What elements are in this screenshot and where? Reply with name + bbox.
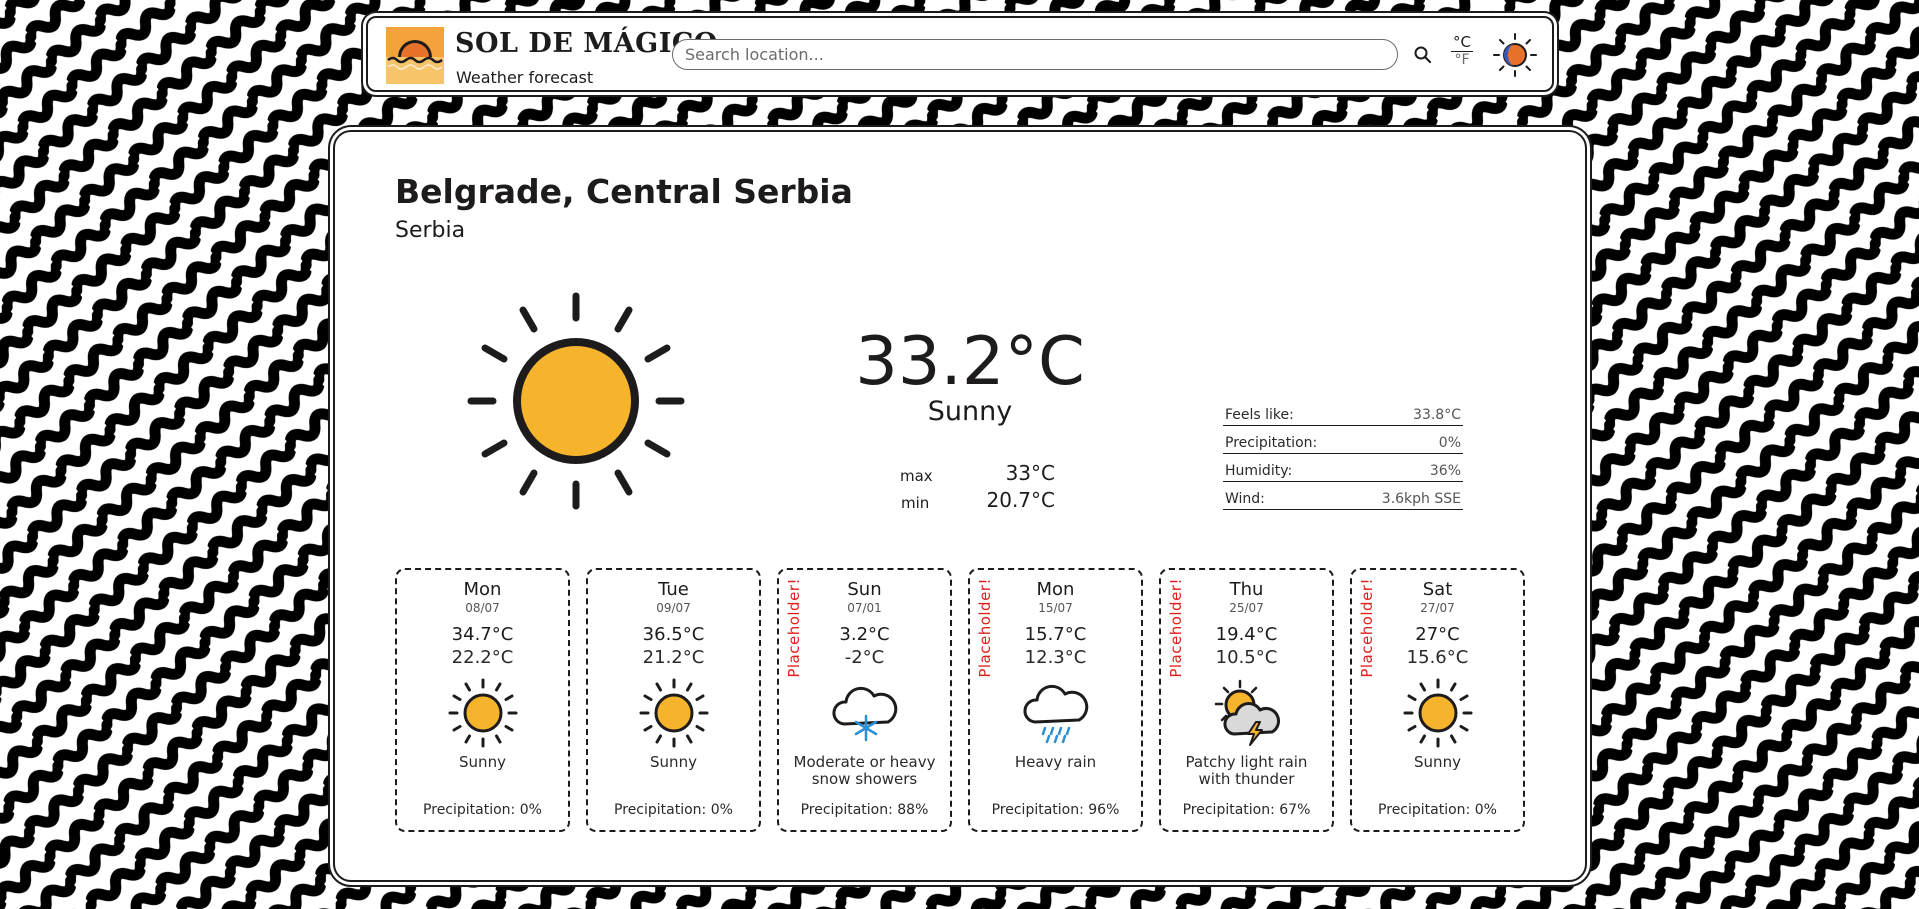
details-list: Feels like: 33.8°C Precipitation: 0% Hum… bbox=[1223, 398, 1463, 510]
logo-sunset-icon bbox=[386, 27, 444, 84]
forecast-condition: Heavy rain bbox=[1014, 753, 1097, 771]
fahrenheit-label: °F bbox=[1451, 51, 1473, 68]
forecast-precipitation: Precipitation: 96% bbox=[991, 802, 1120, 818]
forecast-max-temp: 27°C bbox=[1415, 624, 1460, 645]
detail-label: Precipitation: bbox=[1225, 435, 1318, 451]
current-condition: Sunny bbox=[927, 396, 1013, 427]
min-label: min bbox=[901, 494, 930, 512]
sun-icon bbox=[1403, 678, 1472, 748]
forecast-day-name: Mon bbox=[1036, 579, 1075, 600]
min-temperature: 20.7°C bbox=[986, 488, 1056, 512]
detail-label: Humidity: bbox=[1225, 463, 1293, 479]
forecast-day-name: Thu bbox=[1229, 579, 1264, 600]
forecast-day-card[interactable]: Placeholder! Sun 07/01 3.2°C -2°C Modera… bbox=[777, 568, 952, 832]
forecast-condition: Moderate or heavy snow showers bbox=[793, 753, 936, 788]
forecast-min-temp: -2°C bbox=[844, 647, 885, 668]
rain-cloud-icon bbox=[1022, 684, 1088, 744]
forecast-precipitation: Precipitation: 88% bbox=[800, 802, 929, 818]
detail-value: 36% bbox=[1429, 463, 1461, 479]
forecast-min-temp: 21.2°C bbox=[642, 647, 705, 668]
detail-label: Wind: bbox=[1225, 491, 1265, 507]
forecast-date: 15/07 bbox=[1038, 601, 1073, 615]
forecast-precipitation: Precipitation: 0% bbox=[614, 802, 733, 818]
search-input[interactable] bbox=[672, 39, 1398, 70]
forecast-max-temp: 19.4°C bbox=[1215, 624, 1278, 645]
forecast-date: 09/07 bbox=[656, 601, 691, 615]
forecast-day-card[interactable]: Mon 08/07 34.7°C 22.2°C Sunny Precipitat… bbox=[395, 568, 570, 832]
forecast-condition: Sunny bbox=[1414, 753, 1461, 771]
forecast-max-temp: 36.5°C bbox=[642, 624, 705, 645]
forecast-max-temp: 3.2°C bbox=[839, 624, 890, 645]
theme-toggle-icon[interactable] bbox=[1492, 32, 1538, 78]
detail-label: Feels like: bbox=[1225, 407, 1294, 423]
forecast-day-card[interactable]: Placeholder! Thu 25/07 19.4°C 10.5°C Pat… bbox=[1159, 568, 1334, 832]
forecast-condition: Sunny bbox=[650, 753, 697, 771]
forecast-condition: Sunny bbox=[459, 753, 506, 771]
max-temperature: 33°C bbox=[1005, 461, 1055, 485]
detail-precipitation: Precipitation: 0% bbox=[1223, 426, 1463, 454]
forecast-list: Mon 08/07 34.7°C 22.2°C Sunny Precipitat… bbox=[395, 568, 1525, 832]
location-country: Serbia bbox=[395, 218, 466, 243]
header-bar: SOL DE MÁGICO Weather forecast °C °F bbox=[366, 16, 1554, 92]
forecast-date: 25/07 bbox=[1229, 601, 1264, 615]
detail-feels-like: Feels like: 33.8°C bbox=[1223, 398, 1463, 426]
sun-icon bbox=[448, 678, 517, 748]
forecast-max-temp: 34.7°C bbox=[451, 624, 514, 645]
max-label: max bbox=[900, 467, 933, 485]
forecast-precipitation: Precipitation: 0% bbox=[423, 802, 542, 818]
snow-cloud-icon bbox=[831, 686, 897, 742]
forecast-day-name: Mon bbox=[463, 579, 502, 600]
location-city: Belgrade, Central Serbia bbox=[395, 172, 853, 211]
forecast-date: 07/01 bbox=[847, 601, 882, 615]
thunder-sun-cloud-icon bbox=[1214, 679, 1280, 746]
forecast-day-name: Tue bbox=[658, 579, 689, 600]
sun-icon bbox=[639, 678, 708, 748]
forecast-date: 08/07 bbox=[465, 601, 500, 615]
search-icon[interactable] bbox=[1411, 43, 1435, 67]
weather-card: Belgrade, Central Serbia Serbia 33.2°C S… bbox=[333, 130, 1587, 882]
detail-value: 3.6kph SSE bbox=[1381, 491, 1461, 507]
detail-wind: Wind: 3.6kph SSE bbox=[1223, 482, 1463, 510]
celsius-label: °C bbox=[1453, 33, 1471, 51]
brand-subtitle: Weather forecast bbox=[456, 68, 594, 87]
forecast-date: 27/07 bbox=[1420, 601, 1455, 615]
forecast-day-name: Sun bbox=[847, 579, 882, 600]
forecast-day-card[interactable]: Placeholder! Sat 27/07 27°C 15.6°C Sunny… bbox=[1350, 568, 1525, 832]
forecast-precipitation: Precipitation: 0% bbox=[1378, 802, 1497, 818]
forecast-day-card[interactable]: Placeholder! Mon 15/07 15.7°C 12.3°C Hea… bbox=[968, 568, 1143, 832]
detail-value: 33.8°C bbox=[1413, 407, 1461, 423]
forecast-min-temp: 22.2°C bbox=[451, 647, 514, 668]
unit-toggle-button[interactable]: °C °F bbox=[1449, 33, 1475, 75]
forecast-day-name: Sat bbox=[1422, 579, 1453, 600]
detail-humidity: Humidity: 36% bbox=[1223, 454, 1463, 482]
forecast-max-temp: 15.7°C bbox=[1024, 624, 1087, 645]
forecast-precipitation: Precipitation: 67% bbox=[1182, 802, 1311, 818]
current-temperature: 33.2°C bbox=[855, 322, 1085, 400]
forecast-condition: Patchy light rain with thunder bbox=[1185, 753, 1308, 788]
forecast-min-temp: 12.3°C bbox=[1024, 647, 1087, 668]
sun-icon bbox=[467, 292, 685, 510]
detail-value: 0% bbox=[1438, 435, 1461, 451]
forecast-day-card[interactable]: Tue 09/07 36.5°C 21.2°C Sunny Precipitat… bbox=[586, 568, 761, 832]
forecast-min-temp: 10.5°C bbox=[1215, 647, 1278, 668]
forecast-min-temp: 15.6°C bbox=[1406, 647, 1469, 668]
